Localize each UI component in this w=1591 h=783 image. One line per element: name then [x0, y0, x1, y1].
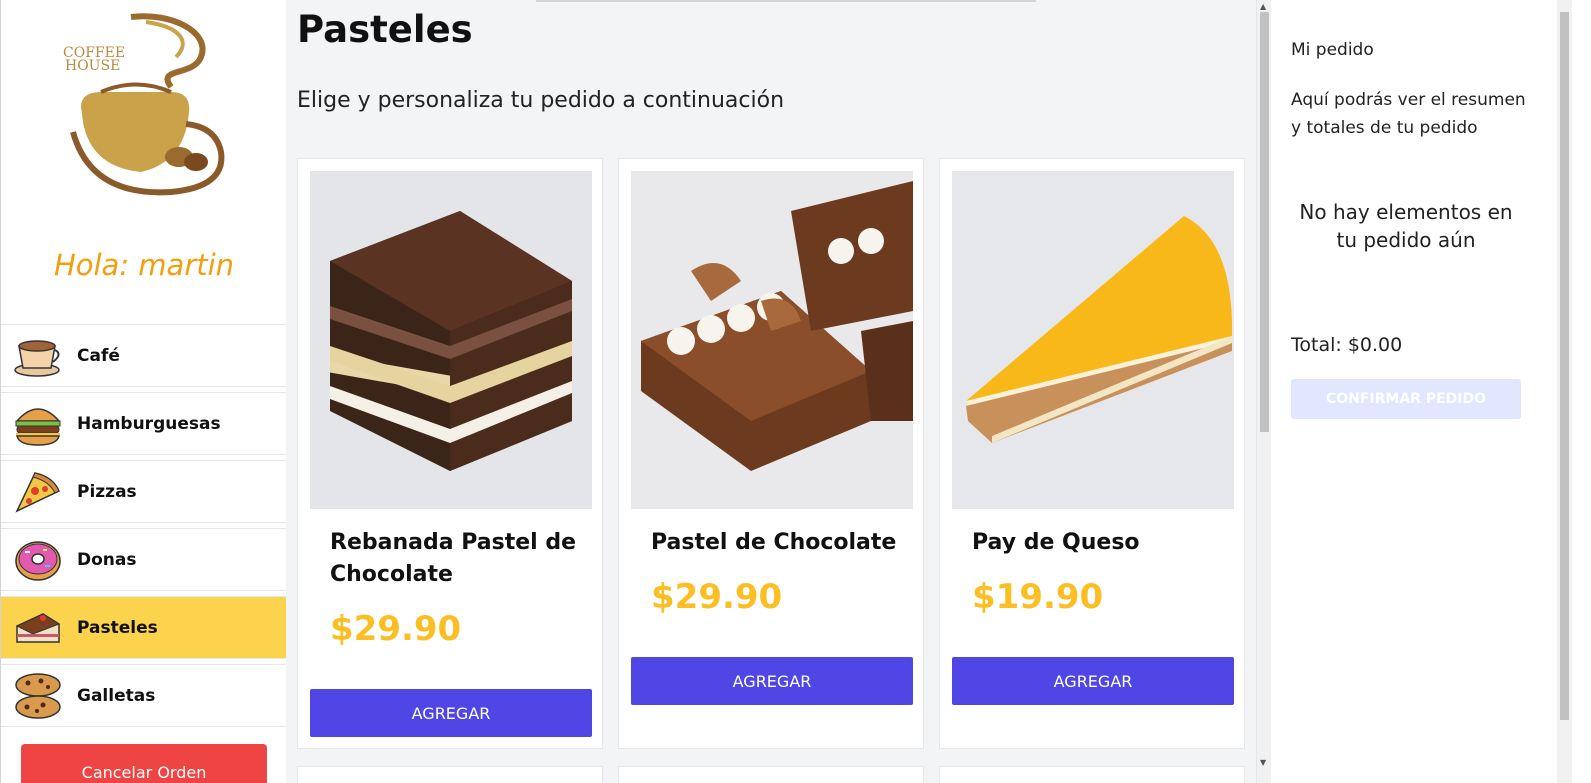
product-card-partial [297, 766, 603, 783]
category-label: Galletas [77, 685, 156, 706]
page-subtitle: Elige y personaliza tu pedido a continua… [297, 88, 785, 113]
page-scrollbar[interactable] [1557, 0, 1572, 783]
cookies-icon [13, 671, 63, 721]
product-card-partial [618, 766, 924, 783]
add-to-order-button[interactable]: AGREGAR [952, 657, 1234, 705]
confirm-order-button[interactable]: CONFIRMAR PEDIDO [1291, 379, 1521, 419]
product-card: Pay de Queso $19.90 AGREGAR [939, 158, 1245, 749]
product-image [631, 171, 913, 509]
scroll-down-icon[interactable]: ▼ [1260, 758, 1266, 767]
scrollbar-thumb[interactable] [1260, 12, 1269, 432]
category-item-cafe[interactable]: Café [1, 324, 286, 387]
product-card: Pastel de Chocolate $29.90 AGREGAR [618, 158, 924, 749]
pizza-slice-icon [13, 467, 63, 517]
order-panel: Mi pedido Aquí podrás ver el resumen y t… [1271, 0, 1557, 783]
category-label: Donas [77, 549, 137, 570]
order-title: Mi pedido [1291, 40, 1374, 60]
category-item-pizzas[interactable]: Pizzas [1, 460, 286, 523]
order-empty-message: No hay elementos en tu pedido aún [1299, 200, 1513, 252]
cake-slice-icon [13, 603, 63, 653]
category-item-pasteles[interactable]: Pasteles [1, 596, 286, 659]
product-card: Rebanada Pastel de Chocolate $29.90 AGRE… [297, 158, 603, 749]
product-image [952, 171, 1234, 509]
logo-text-house: HOUSE [65, 58, 120, 74]
category-label: Hamburguesas [77, 413, 221, 434]
add-to-order-button[interactable]: AGREGAR [310, 689, 592, 737]
product-name: Pay de Queso [972, 530, 1140, 555]
scroll-up-icon[interactable]: ▲ [1260, 2, 1266, 11]
top-edge-bar [536, 0, 1036, 2]
product-price: $29.90 [330, 609, 462, 649]
donut-icon [13, 535, 63, 585]
category-label: Pizzas [77, 481, 137, 502]
category-item-galletas[interactable]: Galletas [1, 664, 286, 727]
sidebar: COFFEE HOUSE Hola: martin Café Hamburgue… [0, 0, 286, 783]
window-edge [1572, 0, 1591, 783]
product-price: $19.90 [972, 577, 1104, 617]
user-greeting: Hola: martin [53, 248, 235, 282]
product-card-partial [939, 766, 1245, 783]
coffee-cup-icon [13, 331, 63, 381]
add-to-order-button[interactable]: AGREGAR [631, 657, 913, 705]
cancel-order-button[interactable]: Cancelar Orden [21, 744, 267, 783]
product-name: Rebanada Pastel de Chocolate [330, 530, 576, 587]
category-item-donas[interactable]: Donas [1, 528, 286, 591]
coffee-house-logo: COFFEE HOUSE [61, 12, 231, 202]
category-item-hamburguesas[interactable]: Hamburguesas [1, 392, 286, 455]
product-catalog: Pasteles Elige y personaliza tu pedido a… [286, 0, 1256, 783]
app-window: COFFEE HOUSE Hola: martin Café Hamburgue… [0, 0, 1591, 783]
page-title: Pasteles [297, 8, 473, 51]
burger-icon [13, 399, 63, 449]
order-description: Aquí podrás ver el resumen y totales de … [1291, 90, 1526, 138]
main-scrollbar[interactable]: ▲ ▼ [1256, 0, 1271, 783]
product-price: $29.90 [651, 577, 783, 617]
scrollbar-thumb[interactable] [1560, 12, 1569, 720]
category-label: Pasteles [77, 617, 158, 638]
product-name: Pastel de Chocolate [651, 530, 897, 555]
product-image [310, 171, 592, 509]
category-list: Café Hamburguesas Pizzas Donas Pasteles … [1, 324, 286, 732]
category-label: Café [77, 345, 120, 366]
order-total: Total: $0.00 [1291, 334, 1403, 356]
